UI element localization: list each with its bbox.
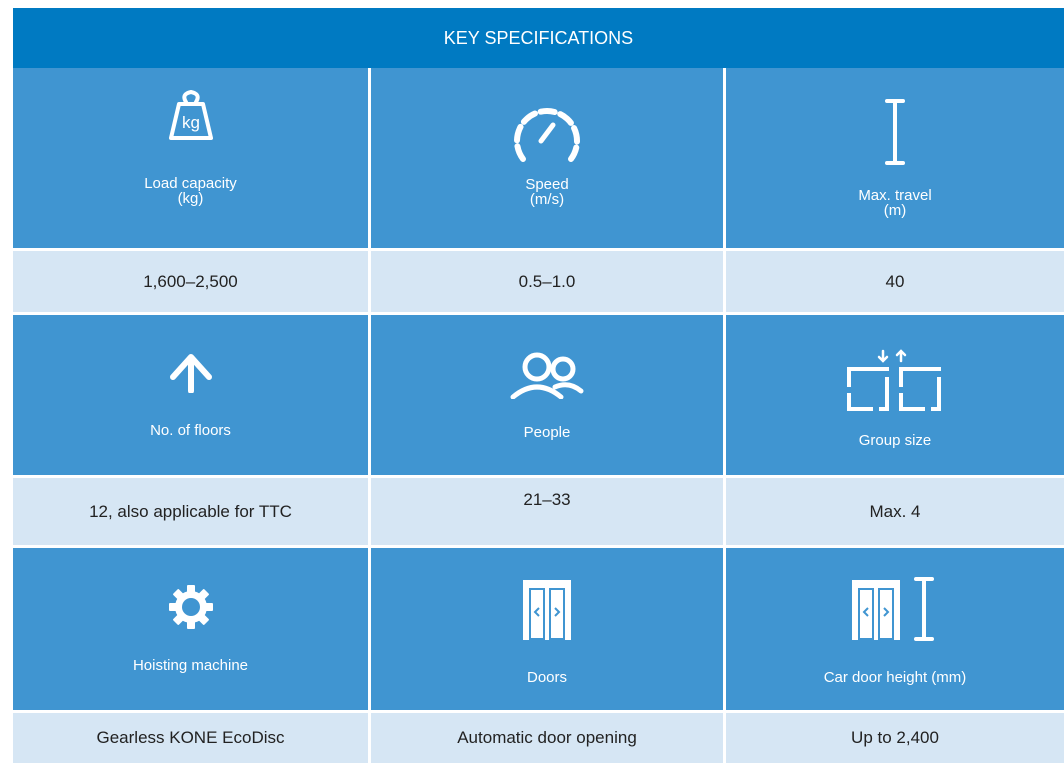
spec-value: 40 bbox=[723, 251, 1064, 312]
spec-icon-row: Hoisting machine Doors Car door height (… bbox=[13, 545, 1064, 710]
spec-value: 12, also applicable for TTC bbox=[89, 501, 292, 521]
spec-value: Gearless KONE EcoDisc bbox=[96, 728, 285, 747]
svg-text:kg: kg bbox=[182, 113, 200, 132]
spec-cell-speed: Speed (m/s) bbox=[368, 68, 723, 248]
group-elevators-icon bbox=[845, 315, 945, 411]
spec-cell-car-door-height: Car door height (mm) bbox=[723, 548, 1064, 710]
spec-value: Automatic door opening bbox=[368, 713, 723, 763]
travel-height-icon bbox=[883, 68, 907, 166]
spec-value-row: Gearless KONE EcoDisc Automatic door ope… bbox=[13, 710, 1064, 763]
weight-kg-icon: kg bbox=[167, 68, 215, 142]
speedometer-icon bbox=[511, 68, 583, 163]
spec-value-row: 1,600–2,500 0.5–1.0 40 bbox=[13, 248, 1064, 312]
spec-cell-hoisting-machine: Hoisting machine bbox=[13, 548, 368, 710]
spec-cell-floors: No. of floors bbox=[13, 315, 368, 475]
spec-label: Speed bbox=[525, 176, 569, 193]
spec-sublabel: (m/s) bbox=[529, 191, 565, 208]
spec-cell-load-capacity: kg Load capacity (kg) bbox=[13, 68, 368, 248]
spec-value: Max. 4 bbox=[723, 478, 1064, 545]
people-icon bbox=[509, 315, 585, 399]
spec-value-row: 12, also applicable for TTC 21–33 Max. 4 bbox=[13, 475, 1064, 545]
spec-sublabel: (kg) bbox=[177, 190, 204, 207]
spec-icon-row: kg Load capacity (kg) Speed (m/s) Max. t… bbox=[13, 68, 1064, 248]
spec-icon-row: No. of floors People Group size bbox=[13, 312, 1064, 475]
specifications-table: kg Load capacity (kg) Speed (m/s) Max. t… bbox=[13, 68, 1064, 763]
spec-value: 0.5–1.0 bbox=[368, 251, 723, 312]
spec-value: 1,600–2,500 bbox=[143, 271, 238, 291]
spec-cell-doors: Doors bbox=[368, 548, 723, 710]
spec-cell-max-travel: Max. travel (m) bbox=[723, 68, 1064, 248]
spec-label: People bbox=[523, 424, 571, 441]
spec-value: Up to 2,400 bbox=[723, 713, 1064, 763]
spec-label: Car door height (mm) bbox=[823, 669, 967, 686]
spec-label: No. of floors bbox=[150, 422, 231, 439]
doors-icon bbox=[521, 548, 573, 642]
specifications-title: KEY SPECIFICATIONS bbox=[443, 27, 634, 48]
spec-value: 21–33 bbox=[368, 478, 723, 545]
spec-label: Doors bbox=[526, 669, 567, 686]
spec-label: Max. travel bbox=[858, 187, 932, 204]
specifications-header: KEY SPECIFICATIONS bbox=[13, 8, 1064, 68]
arrow-up-icon bbox=[169, 315, 213, 393]
door-height-icon bbox=[850, 548, 940, 642]
spec-label: Group size bbox=[858, 432, 932, 449]
spec-label: Hoisting machine bbox=[132, 657, 249, 674]
spec-cell-people: People bbox=[368, 315, 723, 475]
gear-icon bbox=[168, 548, 214, 630]
spec-cell-group-size: Group size bbox=[723, 315, 1064, 475]
spec-sublabel: (m) bbox=[883, 202, 907, 219]
spec-label: Load capacity bbox=[144, 175, 237, 192]
